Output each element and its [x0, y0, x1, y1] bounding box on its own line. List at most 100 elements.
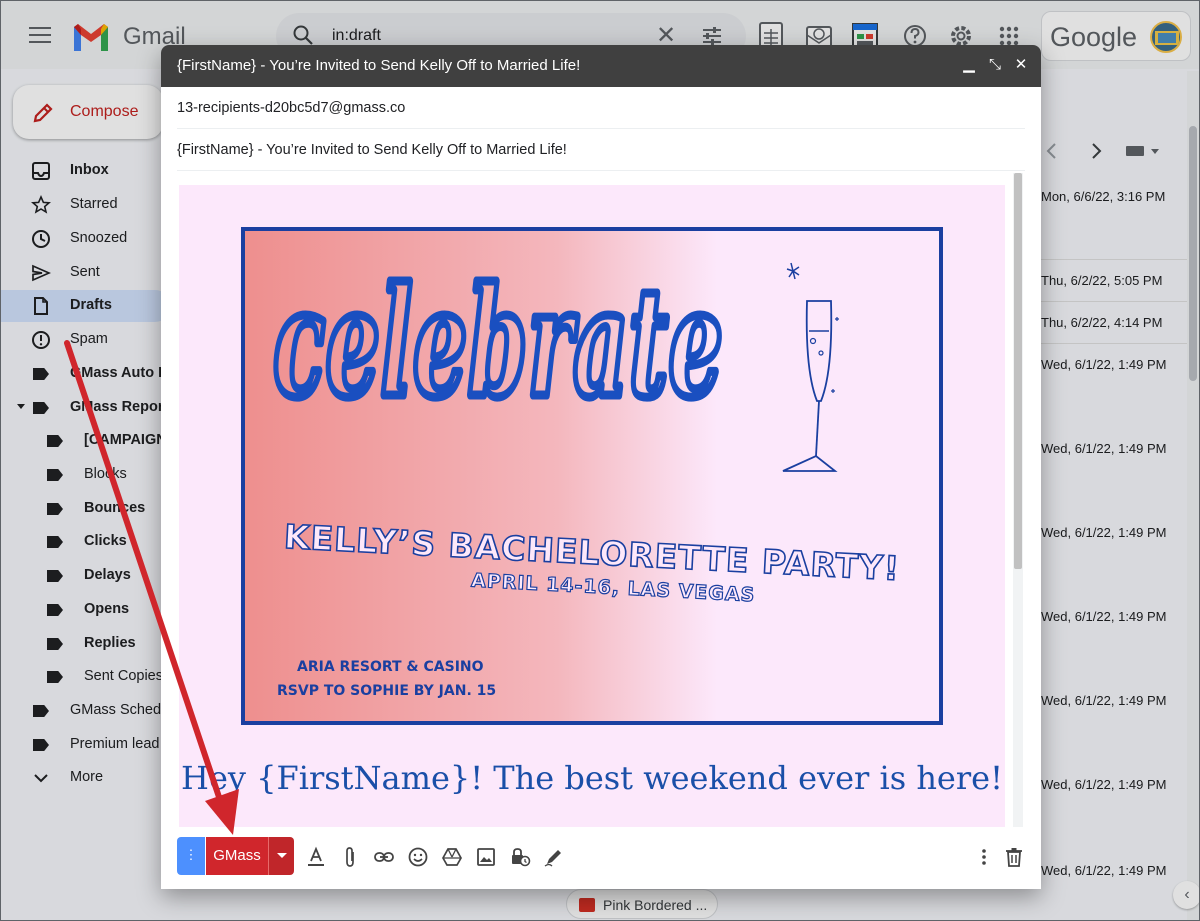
sidebar-item-snoozed[interactable]: Snoozed [1, 223, 171, 255]
sidebar-item-replies[interactable]: Replies [1, 628, 171, 660]
sidebar-item-gmass-scheduled[interactable]: GMass Sched [1, 695, 171, 727]
avatar[interactable] [1150, 21, 1182, 53]
attach-icon[interactable] [339, 846, 361, 868]
sidebar-item-gmass-auto[interactable]: GMass Auto F [1, 358, 171, 390]
body-scrollbar-thumb[interactable] [1014, 173, 1022, 569]
label-icon [45, 465, 65, 485]
compose-window: {FirstName} - You’re Invited to Send Kel… [161, 45, 1041, 889]
celebrate-script-graphic: celebrate [269, 251, 728, 436]
exit-fullscreen-icon[interactable]: ⤡ [985, 55, 1005, 75]
sidebar-item-label: [CAMPAIGN [84, 432, 167, 448]
label-icon [45, 431, 65, 451]
chevron-left-icon[interactable] [1045, 141, 1059, 161]
gmail-logo-icon [74, 24, 108, 51]
sidebar-item-label: Opens [84, 601, 130, 617]
sidebar-item-premium-leads[interactable]: Premium lead [1, 729, 171, 761]
sidebar-item-inbox[interactable]: Inbox [1, 155, 171, 187]
recipient-address[interactable]: 13-recipients-d20bc5d7@gmass.co [177, 100, 405, 116]
image-file-icon [579, 898, 595, 912]
discard-draft-icon[interactable] [1003, 846, 1025, 868]
sidebar-item-drafts[interactable]: Drafts [1, 290, 171, 322]
greeting-text[interactable]: Hey {FirstName}! The best weekend ever i… [179, 759, 1005, 797]
send-icon [32, 264, 51, 282]
compose-toolbar: ⋮ GMass [161, 827, 1041, 889]
drive-icon[interactable] [441, 846, 463, 868]
collapse-panel-button[interactable]: ‹ [1173, 881, 1199, 909]
sidebar-item-label: Clicks [84, 533, 127, 549]
insert-photo-icon[interactable] [475, 846, 497, 868]
mail-row-date: Wed, 6/1/22, 1:49 PM [1041, 525, 1167, 540]
to-field[interactable]: 13-recipients-d20bc5d7@gmass.co [177, 87, 1025, 129]
subject-field[interactable]: {FirstName} - You’re Invited to Send Kel… [177, 129, 1025, 171]
sidebar-item-label: Bounces [84, 500, 146, 516]
account-switcher[interactable]: Google [1041, 11, 1191, 61]
chevron-down-icon [34, 774, 48, 783]
sidebar-item-sent-copies[interactable]: Sent Copies [1, 661, 171, 693]
sidebar-item-opens[interactable]: Opens [1, 594, 171, 626]
sidebar-item-label: More [70, 769, 104, 785]
keyboard-icon[interactable] [1125, 143, 1161, 159]
compose-header[interactable]: {FirstName} - You’re Invited to Send Kel… [161, 45, 1041, 87]
gmail-window: Gmail in:draft ✕ Google Compose Inbox St… [0, 0, 1200, 921]
label-icon [31, 364, 51, 384]
venue-line: ARIA RESORT & CASINO [297, 659, 484, 675]
mail-row-date: Wed, 6/1/22, 1:49 PM [1041, 863, 1167, 878]
sidebar-item-label: Replies [84, 635, 136, 651]
confidential-mode-icon[interactable] [509, 846, 531, 868]
row-divider [1041, 301, 1191, 302]
mail-row-date: Wed, 6/1/22, 1:49 PM [1041, 441, 1167, 456]
sidebar-item-label: Sent [70, 264, 100, 280]
compose-button[interactable]: Compose [13, 85, 163, 139]
sidebar-item-more[interactable]: More [1, 762, 171, 794]
rsvp-line: RSVP TO SOPHIE BY JAN. 15 [277, 683, 497, 699]
sidebar-item-campaign[interactable]: [CAMPAIGN [1, 425, 171, 457]
text-format-icon[interactable] [305, 846, 327, 868]
gmass-options-button[interactable]: ⋮ [177, 837, 205, 875]
subject-text[interactable]: {FirstName} - You’re Invited to Send Kel… [177, 142, 567, 158]
sidebar-item-bounces[interactable]: Bounces [1, 493, 171, 525]
label-icon [45, 499, 65, 519]
emoji-icon[interactable] [407, 846, 429, 868]
label-icon [45, 600, 65, 620]
close-icon[interactable]: ✕ [1011, 55, 1031, 75]
minimize-icon[interactable]: ▁ [959, 55, 979, 75]
label-icon [45, 566, 65, 586]
mail-row-date: Mon, 6/6/22, 3:16 PM [1041, 189, 1166, 204]
gmass-dropdown-button[interactable] [268, 837, 294, 875]
sidebar-item-delays[interactable]: Delays [1, 560, 171, 592]
gmass-send-button[interactable]: GMass [206, 837, 268, 875]
search-icon[interactable] [291, 23, 315, 47]
expand-caret-icon[interactable] [17, 404, 25, 409]
sidebar-item-clicks[interactable]: Clicks [1, 526, 171, 558]
sidebar-item-gmass-reports[interactable]: GMass Repor [1, 392, 171, 424]
signature-icon[interactable] [543, 846, 565, 868]
clock-icon [32, 230, 50, 248]
sidebar-item-label: Delays [84, 567, 131, 583]
search-options-icon[interactable] [701, 25, 723, 47]
celebrate-script-text: celebrate [273, 255, 723, 431]
mail-row-date: Thu, 6/2/22, 4:14 PM [1041, 315, 1163, 330]
sidebar-item-sent[interactable]: Sent [1, 257, 171, 289]
sidebar-item-label: Spam [70, 331, 108, 347]
more-options-icon[interactable] [973, 846, 995, 868]
search-input[interactable]: in:draft [332, 27, 381, 45]
link-icon[interactable] [373, 846, 395, 868]
chevron-right-icon[interactable] [1089, 141, 1103, 161]
message-body[interactable]: celebrate KELLY’S BACHELORETTE PARTY! AP… [179, 185, 1005, 827]
sidebar-item-starred[interactable]: Starred [1, 189, 171, 221]
mail-row-date: Wed, 6/1/22, 1:49 PM [1041, 777, 1167, 792]
mail-row-date: Thu, 6/2/22, 5:05 PM [1041, 273, 1163, 288]
attachment-chip[interactable]: Pink Bordered ... [566, 889, 718, 919]
list-scrollbar-thumb[interactable] [1189, 126, 1197, 381]
invitation-image: celebrate KELLY’S BACHELORETTE PARTY! AP… [241, 227, 943, 725]
sidebar-item-blocks[interactable]: Blocks [1, 459, 171, 491]
main-menu-icon[interactable] [29, 27, 51, 45]
draft-icon [34, 297, 48, 315]
compose-label: Compose [70, 103, 139, 120]
compose-title: {FirstName} - You’re Invited to Send Kel… [177, 57, 581, 74]
label-icon [45, 532, 65, 552]
sidebar-item-label: Blocks [84, 466, 127, 482]
sidebar-item-label: Drafts [70, 297, 112, 313]
sidebar-item-spam[interactable]: Spam [1, 324, 171, 356]
sidebar-item-label: Starred [70, 196, 118, 212]
